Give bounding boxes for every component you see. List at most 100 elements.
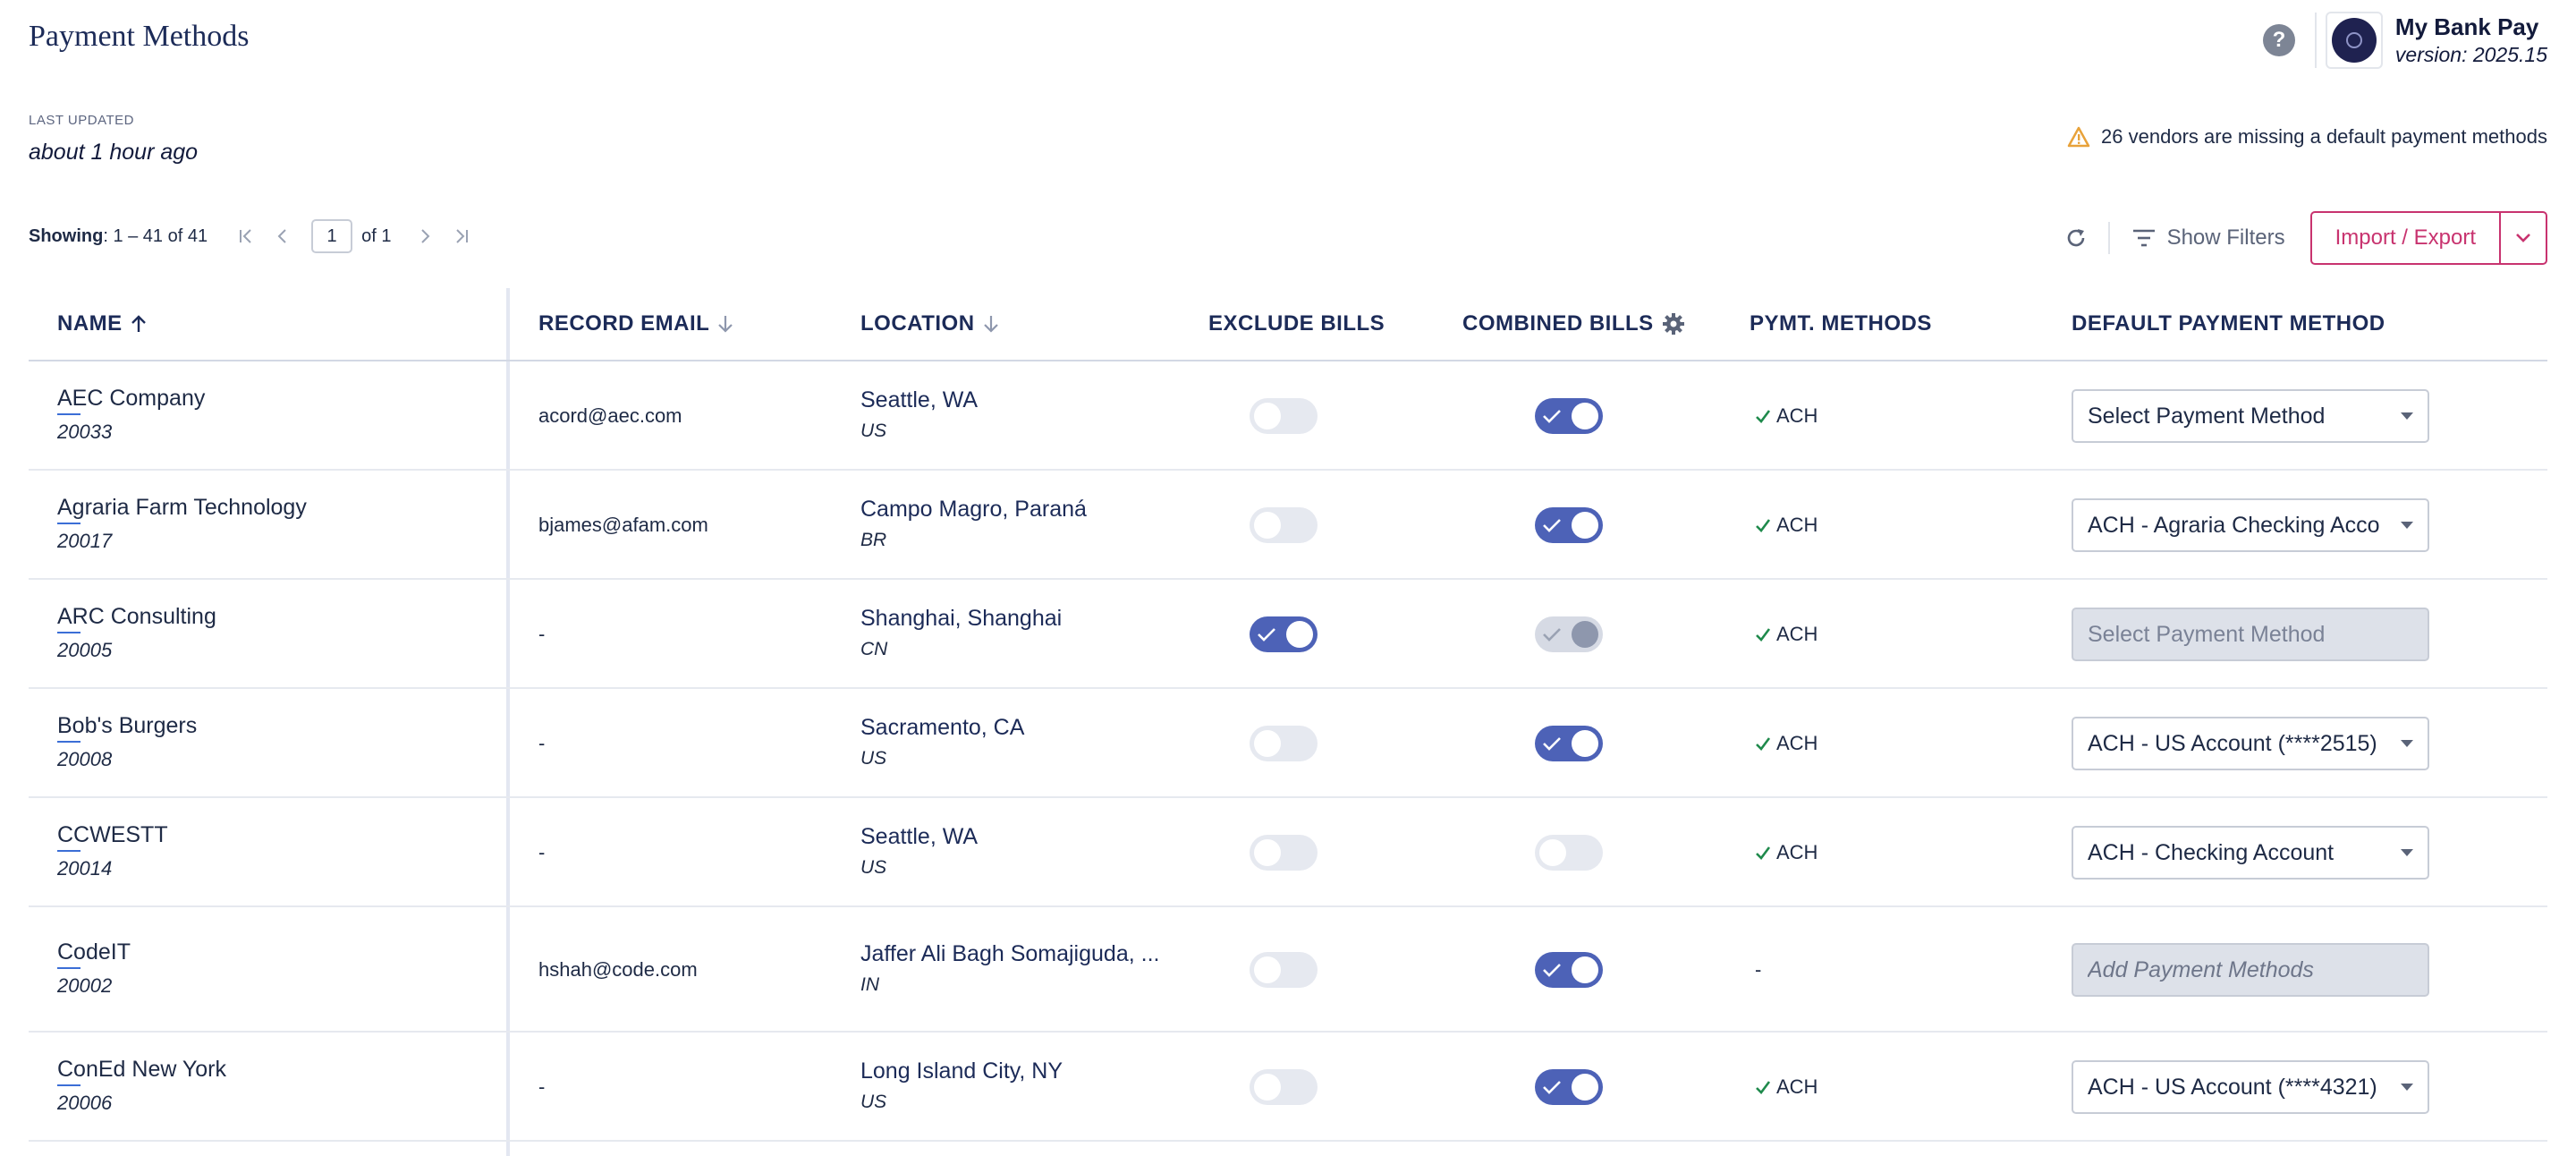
default-payment-method-select[interactable]: Select Payment Method xyxy=(2072,389,2429,443)
combined-bills-toggle[interactable] xyxy=(1535,507,1603,543)
column-header-exclude-bills: EXCLUDE BILLS xyxy=(1208,311,1385,336)
showing-count: Showing: 1 – 41 of 41 xyxy=(29,226,208,247)
payment-methods-cell: - xyxy=(1755,958,1761,982)
chevron-down-icon xyxy=(2401,522,2413,529)
check-icon xyxy=(1756,410,1771,423)
location-country: IN xyxy=(860,974,879,995)
pagination-toolbar: Showing: 1 – 41 of 41 of 1 xyxy=(29,213,479,259)
default-payment-method-value: ACH - Agraria Checking Acco xyxy=(2088,512,2380,538)
column-header-record-email[interactable]: RECORD EMAIL xyxy=(538,311,734,336)
location-country: US xyxy=(860,857,887,878)
next-page-icon[interactable] xyxy=(407,218,443,254)
default-payment-method-select[interactable]: ACH - US Account (****2515) xyxy=(2072,717,2429,770)
location-city: Sacramento, CA xyxy=(860,715,1025,740)
chevron-down-icon xyxy=(2401,412,2413,420)
bank-logo xyxy=(2325,12,2383,69)
refresh-icon[interactable] xyxy=(2056,218,2096,258)
chevron-down-icon xyxy=(2401,1084,2413,1091)
default-payment-method-select[interactable]: ACH - US Account (****4321) xyxy=(2072,1060,2429,1114)
payment-methods-cell: ACH xyxy=(1755,732,1818,755)
vendor-id: 20006 xyxy=(57,1092,113,1114)
chevron-down-icon[interactable] xyxy=(2499,213,2546,263)
showing-label: Showing xyxy=(29,225,104,246)
vendor-name[interactable]: Bob's Burgers xyxy=(57,713,197,743)
record-email: hshah@code.com xyxy=(538,958,698,981)
chevron-down-icon xyxy=(2401,849,2413,856)
table-body: AEC Company 20033 acord@aec.com Seattle, WA… xyxy=(29,361,2547,1142)
default-payment-method-select: Select Payment Method xyxy=(2072,608,2429,661)
vendor-id: 20017 xyxy=(57,530,113,552)
last-page-icon[interactable] xyxy=(443,218,479,254)
table-row: CodeIT 20002 hshah@code.com Jaffer Ali Bagh… xyxy=(29,907,2547,1033)
vendor-name[interactable]: Agraria Farm Technology xyxy=(57,495,307,524)
combined-bills-toggle[interactable] xyxy=(1535,835,1603,871)
missing-methods-warning: 26 vendors are missing a default payment… xyxy=(2067,125,2547,149)
vendor-name[interactable]: AEC Company xyxy=(57,386,205,415)
exclude-bills-toggle[interactable] xyxy=(1250,616,1318,652)
exclude-bills-toggle[interactable] xyxy=(1250,1069,1318,1105)
check-icon xyxy=(1756,1081,1771,1094)
exclude-bills-toggle[interactable] xyxy=(1250,398,1318,434)
table-row: Agraria Farm Technology 20017 bjames@afam.… xyxy=(29,471,2547,580)
payment-method-type: ACH xyxy=(1776,514,1818,536)
payment-methods-cell: ACH xyxy=(1755,841,1818,864)
show-filters-button[interactable]: Show Filters xyxy=(2131,225,2285,251)
brand-block: My Bank Pay version: 2025.15 xyxy=(2395,13,2547,67)
location-city: Campo Magro, Paraná xyxy=(860,497,1087,522)
check-icon xyxy=(1756,846,1771,860)
payment-method-type: - xyxy=(1755,958,1762,981)
vendor-name-cell: ConEd New York 20006 xyxy=(57,1057,226,1115)
vendor-name-cell: ARC Consulting 20005 xyxy=(57,604,216,662)
location-cell: Campo Magro, Paraná BR xyxy=(860,497,1087,551)
first-page-icon[interactable] xyxy=(229,218,265,254)
table-header: NAME RECORD EMAIL LOCATION EXCLUDE BILLS… xyxy=(29,288,2547,361)
check-icon xyxy=(1756,519,1771,532)
table-row: ARC Consulting 20005 - Shanghai, Shanghai CN… xyxy=(29,580,2547,689)
default-payment-method-select[interactable]: Add Payment Methods xyxy=(2072,943,2429,997)
exclude-bills-toggle[interactable] xyxy=(1250,952,1318,988)
vendor-name[interactable]: ConEd New York xyxy=(57,1057,226,1086)
header-divider xyxy=(2314,13,2317,68)
combined-bills-toggle[interactable] xyxy=(1535,952,1603,988)
location-country: US xyxy=(860,748,887,769)
page-number-input[interactable] xyxy=(311,219,353,253)
combined-bills-toggle[interactable] xyxy=(1535,726,1603,761)
question-circle-icon[interactable]: ? xyxy=(2262,24,2295,56)
location-country: BR xyxy=(860,530,887,550)
combined-bills-toggle[interactable] xyxy=(1535,1069,1603,1105)
vendor-name[interactable]: CodeIT xyxy=(57,939,131,969)
exclude-bills-toggle[interactable] xyxy=(1250,507,1318,543)
location-cell: Long Island City, NY US xyxy=(860,1058,1063,1113)
combined-bills-toggle[interactable] xyxy=(1535,398,1603,434)
location-cell: Sacramento, CA US xyxy=(860,715,1024,769)
table-row: ConEd New York 20006 - Long Island City, NY… xyxy=(29,1033,2547,1142)
exclude-bills-toggle[interactable] xyxy=(1250,835,1318,871)
vendor-name-cell: Bob's Burgers 20008 xyxy=(57,713,197,771)
column-header-pymt-methods: PYMT. METHODS xyxy=(1750,311,1932,336)
column-header-name[interactable]: NAME xyxy=(57,311,148,336)
gear-icon[interactable] xyxy=(1661,311,1686,336)
import-export-button[interactable]: Import / Export xyxy=(2312,213,2499,263)
sort-ascending-icon xyxy=(131,315,146,332)
table-actions: Show Filters Import / Export xyxy=(2056,211,2547,265)
vendor-name[interactable]: ARC Consulting xyxy=(57,604,216,633)
page-title: Payment Methods xyxy=(29,20,250,53)
location-country: US xyxy=(860,421,887,441)
location-country: US xyxy=(860,1092,887,1112)
vendor-id: 20005 xyxy=(57,639,113,661)
column-header-location[interactable]: LOCATION xyxy=(860,311,1000,336)
location-city: Seattle, WA xyxy=(860,387,979,412)
prev-page-icon[interactable] xyxy=(265,218,301,254)
exclude-bills-toggle[interactable] xyxy=(1250,726,1318,761)
column-header-combined-bills: COMBINED BILLS xyxy=(1462,311,1686,336)
payment-method-type: ACH xyxy=(1776,404,1818,427)
warning-triangle-icon xyxy=(2067,126,2090,148)
default-payment-method-select[interactable]: ACH - Agraria Checking Acco xyxy=(2072,498,2429,552)
payment-methods-cell: ACH xyxy=(1755,623,1818,646)
toolbar-divider xyxy=(2107,222,2110,254)
record-email: - xyxy=(538,732,546,754)
default-payment-method-select[interactable]: ACH - Checking Account xyxy=(2072,826,2429,880)
brand-version: version: 2025.15 xyxy=(2394,42,2547,66)
vendor-name[interactable]: CCWESTT xyxy=(57,822,168,852)
default-payment-method-value: Select Payment Method xyxy=(2088,621,2326,647)
